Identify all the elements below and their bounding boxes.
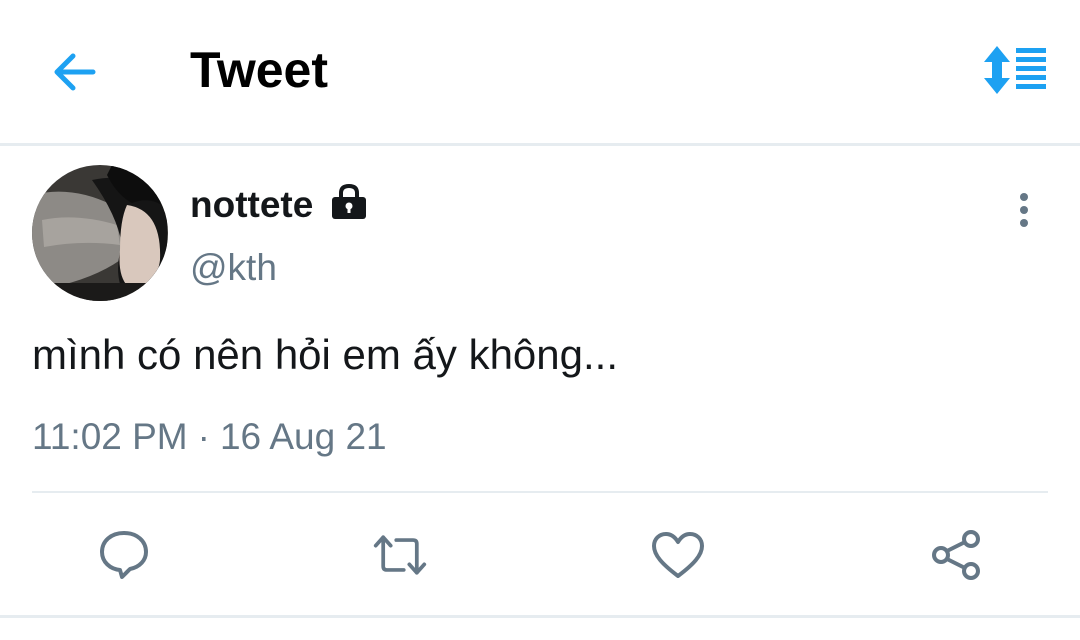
timestamp-separator: ·	[197, 416, 210, 457]
author-display-name[interactable]: nottete	[190, 182, 313, 228]
tweet-date: 16 Aug 21	[219, 416, 387, 457]
vertical-dots-icon	[1020, 193, 1028, 227]
tweet-timestamp: 11:02 PM · 16 Aug 21	[32, 414, 387, 460]
lock-icon	[332, 183, 366, 219]
sort-button[interactable]	[980, 40, 1052, 100]
tweet-time: 11:02 PM	[32, 416, 188, 457]
avatar[interactable]	[32, 165, 168, 301]
avatar-image	[32, 165, 168, 301]
page-title: Tweet	[190, 42, 328, 98]
reply-button[interactable]	[96, 526, 152, 584]
tweet-text: mình có nên hỏi em ấy không...	[32, 331, 619, 378]
bottom-divider	[0, 615, 1080, 618]
speech-bubble-icon	[100, 531, 148, 579]
actions-divider	[32, 491, 1048, 493]
back-button[interactable]	[48, 46, 100, 98]
like-button[interactable]	[650, 526, 706, 584]
heart-icon	[652, 532, 704, 578]
header-divider	[0, 143, 1080, 146]
author-handle[interactable]: @kth	[190, 245, 277, 291]
share-button[interactable]	[928, 526, 984, 584]
retweet-icon	[373, 535, 427, 575]
more-options-button[interactable]	[1004, 184, 1044, 236]
share-icon	[932, 530, 980, 580]
sort-lines-icon	[984, 46, 1046, 94]
arrow-left-icon	[54, 53, 96, 91]
retweet-button[interactable]	[372, 526, 428, 584]
top-bar: Tweet	[0, 0, 1080, 143]
